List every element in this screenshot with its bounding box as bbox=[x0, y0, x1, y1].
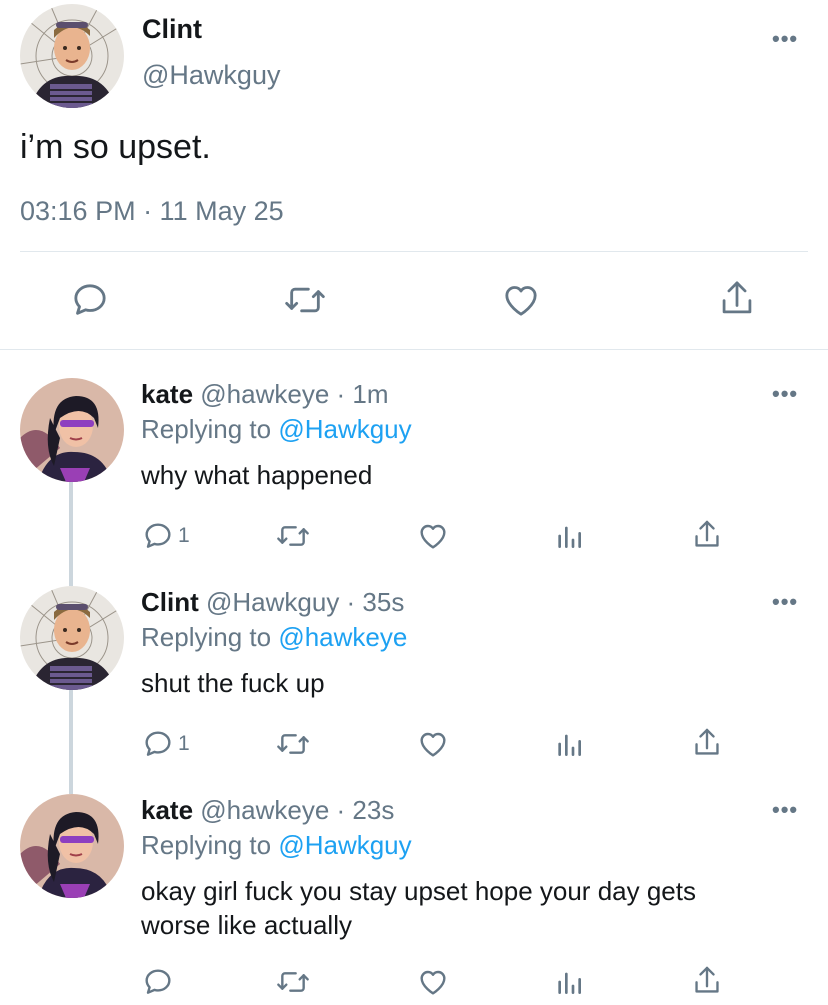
main-divider-bottom bbox=[0, 349, 828, 350]
reply-2-more-icon[interactable]: ••• bbox=[772, 591, 798, 613]
reply-2-share-icon[interactable] bbox=[691, 726, 723, 760]
main-share-icon[interactable] bbox=[717, 278, 757, 320]
reply-2-text: shut the fuck up bbox=[141, 668, 325, 698]
reply-2-retweet-icon[interactable] bbox=[275, 728, 311, 760]
reply-1-author-name[interactable]: kate bbox=[141, 379, 193, 409]
main-tweet-timestamp[interactable]: 03:16 PM · 11 May 25 bbox=[20, 196, 284, 227]
main-divider-top bbox=[20, 251, 808, 252]
reply-1-reply-count: 1 bbox=[178, 524, 190, 547]
reply-3-header: kate @hawkeye · 23s bbox=[141, 795, 394, 826]
avatar-clint-reply[interactable] bbox=[20, 586, 124, 690]
reply-2-reply-count: 1 bbox=[178, 732, 190, 755]
reply-3-replying-to-link[interactable]: @Hawkguy bbox=[278, 830, 411, 860]
main-like-icon[interactable] bbox=[500, 280, 542, 320]
main-retweet-icon[interactable] bbox=[283, 280, 327, 320]
reply-1-analytics-icon[interactable] bbox=[555, 520, 583, 552]
reply-3-analytics-icon[interactable] bbox=[555, 966, 583, 998]
reply-2-replying-to-link[interactable]: @hawkeye bbox=[278, 622, 407, 652]
reply-3-reply-icon[interactable] bbox=[142, 966, 174, 998]
reply-1-replying: Replying to @Hawkguy bbox=[141, 414, 412, 445]
reply-1-meta[interactable]: @hawkeye · 1m bbox=[200, 379, 388, 409]
reply-3-text-line-1: okay girl fuck you stay upset hope your … bbox=[141, 876, 696, 906]
reply-3-author-name[interactable]: kate bbox=[141, 795, 193, 825]
main-author-name[interactable]: Clint bbox=[142, 14, 202, 45]
reply-2-meta[interactable]: @Hawkguy · 35s bbox=[206, 587, 404, 617]
reply-2-analytics-icon[interactable] bbox=[555, 728, 583, 760]
reply-2-header: Clint @Hawkguy · 35s bbox=[141, 587, 404, 618]
thread-line-2 bbox=[69, 690, 73, 794]
reply-1-like-icon[interactable] bbox=[416, 520, 450, 552]
reply-3-meta[interactable]: @hawkeye · 23s bbox=[200, 795, 394, 825]
reply-2-like-icon[interactable] bbox=[416, 728, 450, 760]
reply-1-header: kate @hawkeye · 1m bbox=[141, 379, 389, 410]
thread-line-1 bbox=[69, 482, 73, 586]
reply-2-author-name[interactable]: Clint bbox=[141, 587, 199, 617]
avatar-clint[interactable] bbox=[20, 4, 124, 108]
main-more-icon[interactable]: ••• bbox=[772, 28, 798, 50]
reply-3-like-icon[interactable] bbox=[416, 966, 450, 998]
main-tweet-text: i’m so upset. bbox=[20, 128, 211, 166]
reply-1-more-icon[interactable]: ••• bbox=[772, 383, 798, 405]
reply-3-replying: Replying to @Hawkguy bbox=[141, 830, 412, 861]
reply-1-text: why what happened bbox=[141, 460, 373, 490]
reply-3-retweet-icon[interactable] bbox=[275, 966, 311, 998]
main-reply-icon[interactable] bbox=[70, 280, 110, 320]
reply-2-replying: Replying to @hawkeye bbox=[141, 622, 407, 653]
reply-1-replying-label: Replying to bbox=[141, 414, 272, 444]
reply-3-replying-label: Replying to bbox=[141, 830, 272, 860]
reply-3-text-line-2: worse like actually bbox=[141, 910, 352, 940]
reply-1-retweet-icon[interactable] bbox=[275, 520, 311, 552]
reply-1-share-icon[interactable] bbox=[691, 518, 723, 552]
reply-2-replying-label: Replying to bbox=[141, 622, 272, 652]
reply-2-reply-icon bbox=[145, 731, 171, 756]
reply-1-replying-to-link[interactable]: @Hawkguy bbox=[278, 414, 411, 444]
reply-2-reply-button[interactable]: 1 bbox=[142, 728, 190, 760]
avatar-kate-reply[interactable] bbox=[20, 794, 124, 898]
reply-1-reply-icon bbox=[145, 523, 171, 548]
avatar-kate[interactable] bbox=[20, 378, 124, 482]
main-author-handle[interactable]: @Hawkguy bbox=[142, 60, 280, 91]
reply-1-reply-button[interactable]: 1 bbox=[142, 520, 190, 552]
reply-3-share-icon[interactable] bbox=[691, 964, 723, 998]
reply-3-more-icon[interactable]: ••• bbox=[772, 799, 798, 821]
